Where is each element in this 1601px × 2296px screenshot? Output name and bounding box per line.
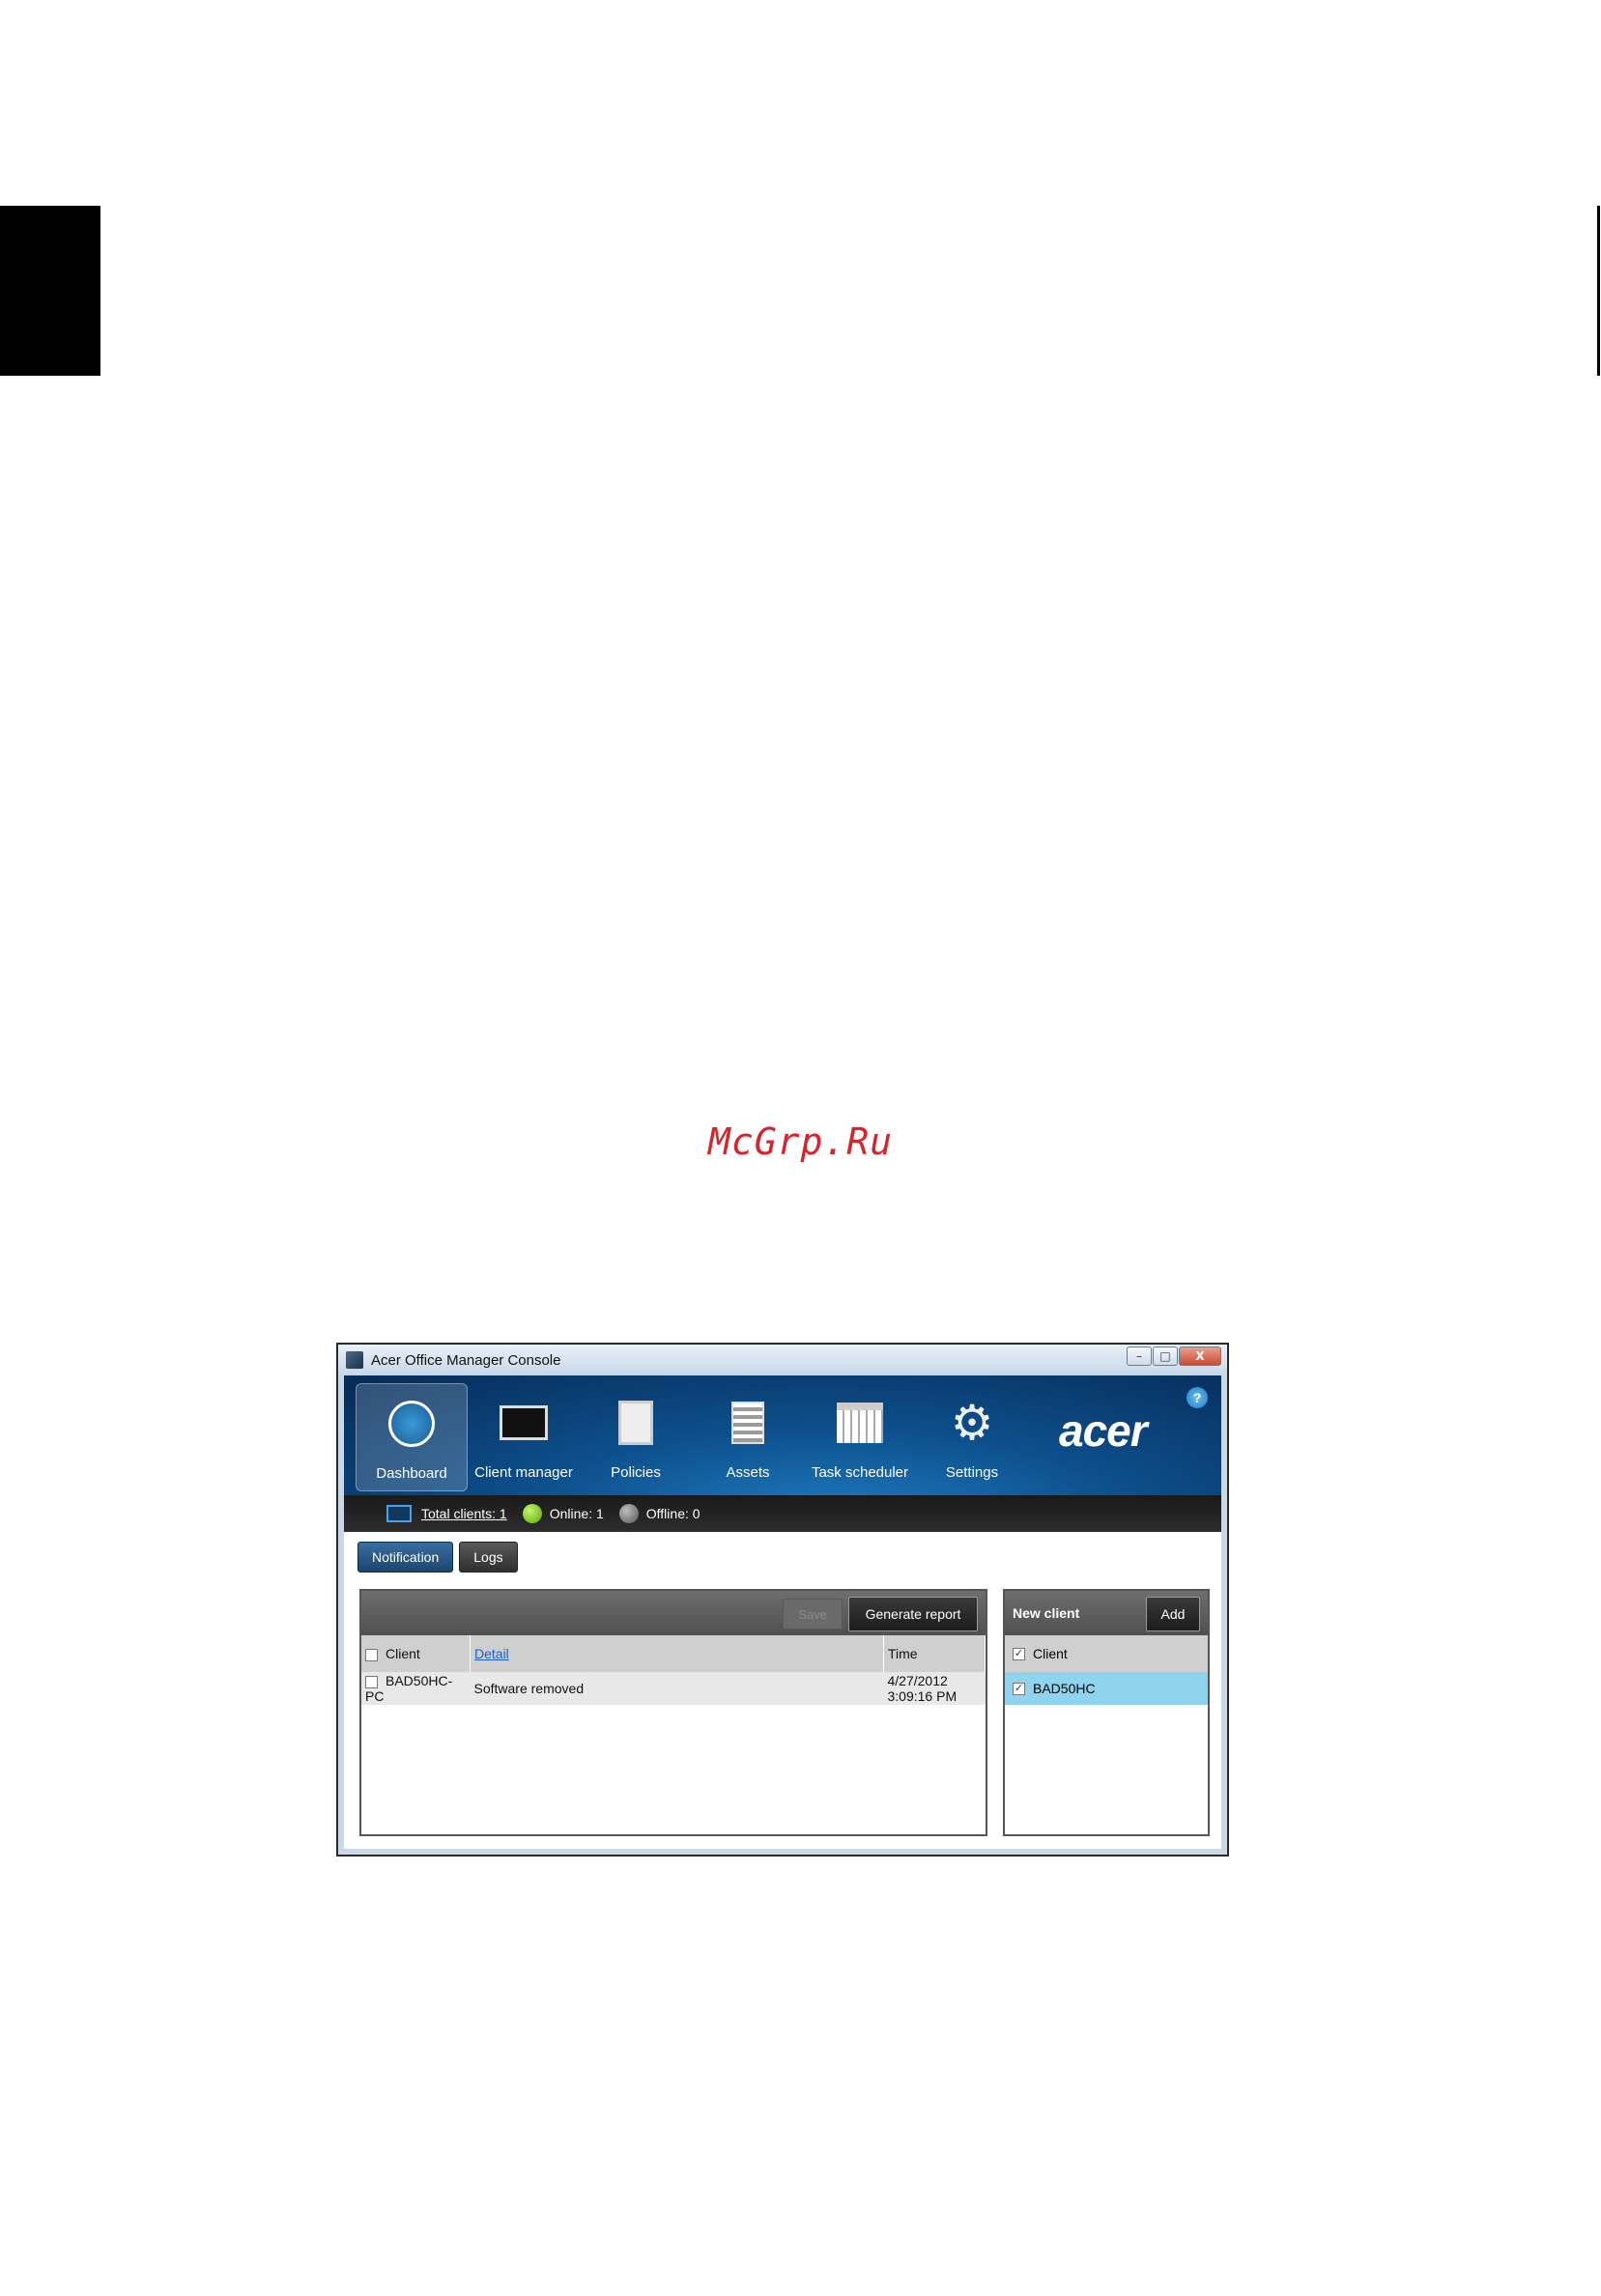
column-client-label: Client bbox=[386, 1646, 420, 1661]
table-header-row: Client Detail Time bbox=[361, 1635, 986, 1672]
nav-label: Dashboard bbox=[376, 1465, 447, 1482]
tab-logs[interactable]: Logs bbox=[459, 1542, 518, 1573]
row-client: BAD50HC-PC bbox=[365, 1673, 453, 1704]
row-checkbox[interactable] bbox=[365, 1675, 378, 1688]
cell-detail: Software removed bbox=[473, 1681, 585, 1696]
app-icon bbox=[346, 1351, 363, 1369]
offline-count: Offline: 0 bbox=[645, 1506, 700, 1521]
minimize-button[interactable]: – bbox=[1127, 1346, 1152, 1366]
online-count: Online: 1 bbox=[549, 1506, 604, 1521]
notification-toolbar: Save Generate report bbox=[361, 1591, 986, 1635]
nav-client-manager[interactable]: Client manager bbox=[468, 1383, 580, 1491]
assets-list-icon bbox=[722, 1397, 774, 1449]
nav-label: Policies bbox=[611, 1464, 661, 1481]
new-client-panel: New client Add ✓ Client ✓ BAD50HC bbox=[1003, 1589, 1210, 1836]
column-time: Time bbox=[883, 1635, 986, 1672]
nav-dashboard[interactable]: Dashboard bbox=[356, 1383, 468, 1491]
close-button[interactable]: X bbox=[1179, 1346, 1221, 1366]
nav-label: Assets bbox=[726, 1464, 770, 1481]
window-title: Acer Office Manager Console bbox=[371, 1351, 561, 1369]
new-client-checkbox[interactable]: ✓ bbox=[1013, 1682, 1025, 1695]
new-client-column-label: Client bbox=[1033, 1646, 1068, 1661]
watermark: McGrp.Ru bbox=[707, 1120, 894, 1163]
app-window: Acer Office Manager Console – □ X Dashbo… bbox=[336, 1343, 1229, 1857]
page-side-tab bbox=[0, 206, 100, 376]
tab-notification[interactable]: Notification bbox=[357, 1542, 454, 1573]
sub-tabs: Notification Logs bbox=[357, 1542, 524, 1573]
column-detail-label[interactable]: Detail bbox=[474, 1646, 509, 1661]
acer-logo: acer bbox=[1059, 1405, 1148, 1456]
window-controls: – □ X bbox=[1126, 1346, 1221, 1366]
generate-report-button[interactable]: Generate report bbox=[848, 1597, 978, 1631]
new-client-header: ✓ Client bbox=[1005, 1635, 1208, 1672]
page-edge-mark bbox=[1597, 206, 1600, 376]
add-button[interactable]: Add bbox=[1146, 1597, 1200, 1631]
total-clients-link[interactable]: Total clients: 1 bbox=[421, 1506, 507, 1521]
notification-panel: Save Generate report Client Detail Time bbox=[359, 1589, 987, 1836]
gear-icon: ⚙ bbox=[950, 1396, 994, 1450]
list-item[interactable]: ✓ BAD50HC bbox=[1005, 1672, 1208, 1705]
column-client: Client bbox=[361, 1635, 471, 1672]
select-all-new-clients-checkbox[interactable]: ✓ bbox=[1013, 1647, 1025, 1660]
nav-label: Client manager bbox=[474, 1464, 573, 1481]
calendar-icon bbox=[834, 1397, 886, 1449]
monitor-icon bbox=[498, 1397, 550, 1449]
column-detail[interactable]: Detail bbox=[470, 1635, 884, 1672]
nav-label: Task scheduler bbox=[811, 1464, 909, 1481]
save-button[interactable]: Save bbox=[783, 1599, 843, 1630]
title-bar: Acer Office Manager Console – □ X bbox=[338, 1345, 1227, 1375]
ribbon: Dashboard Client manager Policies Assets… bbox=[344, 1375, 1221, 1495]
new-client-title: New client bbox=[1013, 1605, 1080, 1621]
column-time-label: Time bbox=[888, 1646, 918, 1661]
new-client-name: BAD50HC bbox=[1033, 1681, 1096, 1696]
nav-settings[interactable]: ⚙ Settings bbox=[916, 1383, 1028, 1491]
cell-time: 4/27/2012 3:09:16 PM bbox=[887, 1673, 958, 1704]
clients-icon bbox=[386, 1505, 412, 1522]
nav-assets[interactable]: Assets bbox=[692, 1383, 804, 1491]
notification-table: Client Detail Time BAD50HC-PC Software r… bbox=[361, 1635, 986, 1705]
offline-indicator-icon bbox=[618, 1504, 639, 1523]
status-bar: Total clients: 1 Online: 1 Offline: 0 bbox=[344, 1495, 1221, 1532]
nav-task-scheduler[interactable]: Task scheduler bbox=[804, 1383, 916, 1491]
online-indicator-icon bbox=[522, 1504, 542, 1523]
nav-policies[interactable]: Policies bbox=[580, 1383, 692, 1491]
help-icon[interactable]: ? bbox=[1186, 1387, 1208, 1408]
dashboard-gauge-icon bbox=[386, 1398, 438, 1450]
maximize-button[interactable]: □ bbox=[1153, 1346, 1178, 1366]
main-nav: Dashboard Client manager Policies Assets… bbox=[356, 1383, 1028, 1491]
table-row[interactable]: BAD50HC-PC Software removed 4/27/2012 3:… bbox=[361, 1672, 986, 1705]
select-all-checkbox[interactable] bbox=[365, 1648, 378, 1661]
nav-label: Settings bbox=[945, 1464, 999, 1481]
clipboard-icon bbox=[610, 1397, 662, 1449]
new-client-toolbar: New client Add bbox=[1005, 1591, 1208, 1635]
cell-client: BAD50HC-PC bbox=[361, 1672, 471, 1705]
window-content: Dashboard Client manager Policies Assets… bbox=[344, 1375, 1221, 1849]
